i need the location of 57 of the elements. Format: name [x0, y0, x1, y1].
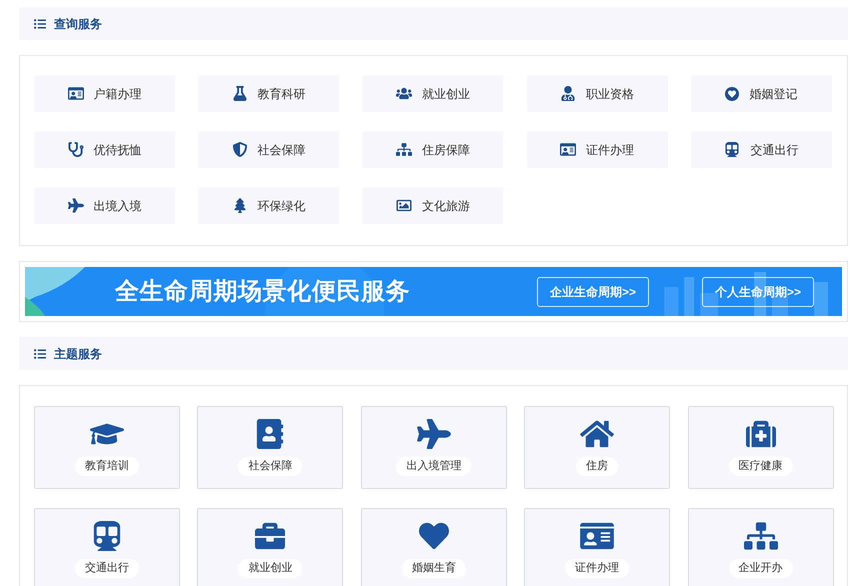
service-item[interactable]: 就业创业 [362, 75, 504, 112]
theme-tile[interactable]: 住房 [524, 406, 670, 489]
house-icon [580, 419, 614, 450]
tile-label: 证件办理 [565, 559, 630, 578]
tile-label: 婚姻生育 [402, 559, 466, 578]
section-title: 主题服务 [54, 346, 102, 362]
service-item[interactable]: 优待抚恤 [34, 131, 175, 168]
service-item[interactable]: 住房保障 [362, 131, 504, 168]
tile-label: 社会保障 [238, 457, 302, 476]
id-card-icon [560, 142, 576, 157]
heart-icon [416, 521, 451, 552]
theme-tile[interactable]: 证件办理 [524, 508, 670, 586]
flask-icon [232, 86, 248, 101]
shield-icon [232, 142, 248, 157]
theme-tile[interactable]: 就业创业 [197, 508, 344, 586]
hierarchy-icon [744, 521, 778, 552]
tile-label: 医疗健康 [728, 457, 793, 476]
stethoscope-icon [68, 142, 84, 157]
banner-title: 全生命周期场景化便民服务 [115, 276, 410, 306]
service-item[interactable]: 出境入境 [34, 187, 175, 224]
service-item[interactable]: 交通出行 [690, 131, 832, 168]
airplane-icon [416, 419, 451, 450]
theme-tile[interactable]: 医疗健康 [688, 406, 834, 489]
train-icon [724, 142, 740, 157]
service-item[interactable]: 社会保障 [198, 131, 340, 168]
tile-label: 交通出行 [75, 559, 139, 578]
tile-label: 就业创业 [238, 559, 302, 578]
service-item[interactable]: 环保绿化 [198, 187, 340, 224]
theme-tile[interactable]: 婚姻生育 [360, 508, 507, 586]
theme-tile[interactable]: 交通出行 [34, 508, 180, 586]
tile-label: 出入境管理 [396, 457, 472, 476]
tile-label: 教育培训 [75, 457, 139, 476]
section-title: 查询服务 [54, 16, 102, 32]
theme-tile[interactable]: 企业开办 [688, 508, 834, 586]
list-icon [34, 18, 46, 30]
tree-icon [232, 198, 248, 213]
people-icon [396, 86, 412, 101]
id-card-icon [580, 521, 614, 552]
service-item[interactable]: 户籍办理 [34, 75, 175, 112]
briefcase-icon [253, 521, 288, 552]
airplane-icon [68, 198, 84, 213]
doctor-icon [560, 86, 576, 101]
service-item[interactable]: 证件办理 [526, 131, 668, 168]
tile-label: 住房 [576, 457, 618, 476]
image-icon [396, 198, 412, 213]
tile-label: 企业开办 [728, 559, 793, 578]
service-item[interactable]: 职业资格 [526, 75, 668, 112]
service-item[interactable]: 文化旅游 [362, 187, 504, 224]
id-card-icon [68, 86, 84, 101]
medical-kit-icon [744, 419, 778, 450]
theme-tile[interactable]: 教育培训 [34, 406, 180, 489]
service-item[interactable]: 教育科研 [198, 75, 340, 112]
theme-tile[interactable]: 社会保障 [197, 406, 344, 489]
service-item[interactable]: 婚姻登记 [690, 75, 832, 112]
hierarchy-icon [396, 142, 412, 157]
theme-tile[interactable]: 出入境管理 [360, 406, 507, 489]
list-icon [34, 348, 46, 360]
